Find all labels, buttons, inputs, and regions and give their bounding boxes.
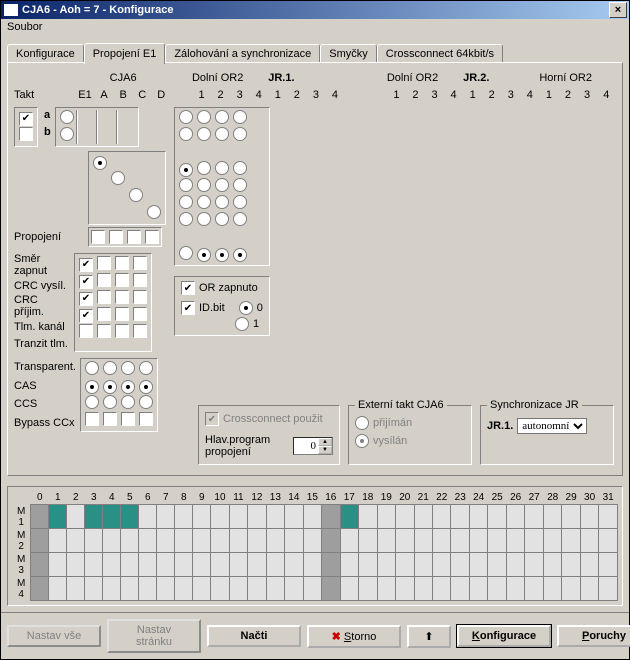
transp-A[interactable] (85, 361, 99, 375)
bypass-A[interactable] (85, 412, 99, 426)
label-crc-vys: CRC vysíl. (14, 277, 74, 294)
or-zapnuto-checkbox[interactable]: ✔ (181, 281, 195, 295)
grid-row-m4: M 4 (12, 577, 31, 601)
ccs-A[interactable] (85, 395, 99, 409)
nastav-stranku-button: Nastav stránku (107, 619, 201, 653)
hdr-jr1: JR.1. (268, 69, 344, 86)
timeslot-grid: 0123456789101112131415161718192021222324… (12, 491, 618, 601)
label-row-a: a (44, 109, 51, 126)
smer-A[interactable]: ✔ (79, 258, 93, 272)
label-hlav-program: Hlav.program propojení (205, 434, 289, 458)
poruchy-button[interactable]: Poruchy (557, 625, 630, 647)
hdr-c: C (133, 86, 152, 103)
bottom-toolbar: Nastav vše Nastav stránku Načti ✖ SStorn… (1, 612, 629, 659)
radio-B-2[interactable] (111, 171, 125, 185)
hdr-dolni-or2-1: Dolní OR2 (192, 69, 268, 86)
label-or-zapnuto: OR zapnuto (199, 282, 258, 294)
label-cas: CAS (14, 377, 80, 396)
close-button[interactable]: × (609, 2, 627, 18)
tlm-A[interactable]: ✔ (79, 309, 93, 323)
crcvys-A[interactable]: ✔ (79, 275, 93, 289)
menu-file[interactable]: Soubor (7, 21, 42, 33)
idbit-0-radio[interactable] (239, 301, 253, 315)
label-transparent: Transparent. (14, 358, 80, 377)
label-idbit: ID.bit (199, 302, 225, 314)
radio-A-1[interactable] (93, 156, 107, 170)
hdr-jr2: JR.2. (463, 69, 539, 86)
hdr-horni-or2: Horní OR2 (539, 69, 616, 86)
smer-B[interactable] (97, 256, 111, 270)
takt-a-checkbox[interactable]: ✔ (19, 112, 33, 126)
menubar: Soubor (1, 19, 629, 35)
label-smer: Směr zapnut (14, 253, 74, 277)
radio-C-3[interactable] (129, 188, 143, 202)
nastav-vse-button: Nastav vše (7, 625, 101, 647)
tranz-A[interactable] (79, 324, 93, 338)
nacti-button[interactable]: Načti (207, 625, 301, 647)
cas-A[interactable] (85, 380, 99, 394)
takt-b-checkbox[interactable] (19, 127, 33, 141)
cancel-icon: ✖ (332, 631, 341, 643)
window-title: CJA6 - Aoh = 7 - Konfigurace (22, 4, 173, 16)
tab-smycky[interactable]: Smyčky (320, 44, 377, 63)
sync-jr1-select[interactable]: autonomní (517, 418, 587, 434)
legend-sync-jr: Synchronizace JR (487, 399, 582, 411)
legend-ext-takt: Externí takt CJA6 (355, 399, 447, 411)
app-icon (3, 3, 19, 17)
hlav-program-spinner[interactable]: ▲▼ (293, 437, 333, 455)
titlebar: CJA6 - Aoh = 7 - Konfigurace × (1, 1, 629, 19)
ext-takt-vysilan (355, 434, 369, 448)
label-row-b: b (44, 126, 51, 143)
up-button[interactable]: ⬆ (407, 625, 451, 648)
idbit-1-radio[interactable] (235, 317, 249, 331)
propojeni-D[interactable] (145, 230, 159, 244)
hdr-cja6: CJA6 (75, 69, 170, 86)
tab-content: CJA6 Dolní OR2 JR.1. Dolní OR2 JR.2. Hor… (7, 62, 623, 476)
label-bypass: Bypass CCx (14, 414, 80, 433)
crcpri-A[interactable]: ✔ (79, 292, 93, 306)
konfigurace-button[interactable]: Konfigurace (457, 625, 551, 647)
tab-strip: Konfigurace Propojení E1 Zálohování a sy… (7, 41, 623, 62)
grid-row-m2: M 2 (12, 529, 31, 553)
radio-b-A[interactable] (60, 127, 74, 141)
tab-konfigurace[interactable]: Konfigurace (7, 44, 84, 63)
tab-zalohovani[interactable]: Zálohování a synchronizace (165, 44, 320, 63)
radio-a-A[interactable] (60, 110, 74, 124)
propojeni-B[interactable] (109, 230, 123, 244)
hdr-e1: E1 (75, 86, 94, 103)
smer-C[interactable] (115, 256, 129, 270)
tab-propojeni-e1[interactable]: Propojení E1 (84, 43, 166, 64)
hdr-d: D (152, 86, 171, 103)
label-crossconnect: Crossconnect použit (223, 413, 323, 425)
hdr-a: A (95, 86, 114, 103)
hdr-b: B (114, 86, 133, 103)
hdr-dolni-or2-2: Dolní OR2 (387, 69, 463, 86)
label-tlm: Tlm. kanál (14, 318, 74, 335)
grid-row-m3: M 3 (12, 553, 31, 577)
radio-D-4[interactable] (147, 205, 161, 219)
label-sync-jr1: JR.1. (487, 420, 513, 432)
storno-button[interactable]: ✖ SStornotorno (307, 625, 401, 648)
label-crc-pri: CRC příjim. (14, 294, 74, 318)
label-tranz: Tranzit tlm. (14, 335, 74, 352)
idbit-checkbox[interactable]: ✔ (181, 301, 195, 315)
label-ccs: CCS (14, 395, 80, 414)
propojeni-A[interactable] (91, 230, 105, 244)
grid-row-m1: M 1 (12, 505, 31, 529)
smer-D[interactable] (133, 256, 147, 270)
ext-takt-prijiman (355, 416, 369, 430)
crossconnect-checkbox: ✔ (205, 412, 219, 426)
label-propojeni: Propojení (14, 231, 68, 243)
tab-crossconnect[interactable]: Crossconnect 64kbit/s (377, 44, 503, 63)
propojeni-C[interactable] (127, 230, 141, 244)
hdr-takt: Takt (14, 86, 75, 103)
